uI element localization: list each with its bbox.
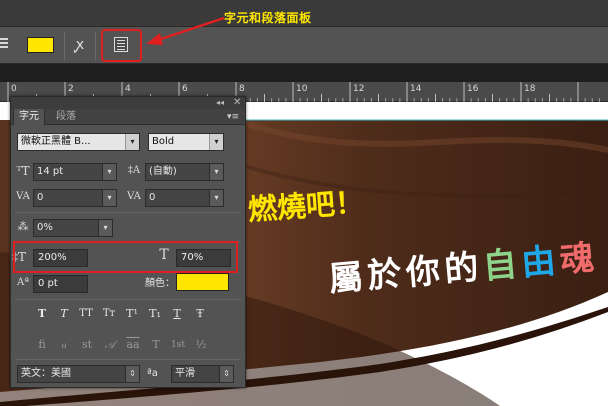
discretionary-ligatures-button[interactable]: st [77, 337, 97, 353]
tab-character[interactable]: 字元 [13, 109, 45, 125]
top-strip: 字元和段落面板 [0, 0, 608, 26]
panel-divider [15, 299, 241, 300]
canvas-char: 自 [481, 244, 518, 287]
antialias-value: 平滑 [175, 368, 195, 379]
chevron-down-icon: ▾ [209, 164, 223, 180]
leading-select[interactable]: (自動) ▾ [145, 163, 224, 181]
ruler-tick-label: 6 [182, 84, 188, 94]
tsume-select[interactable]: 0% ▾ [33, 219, 113, 237]
canvas-char: 魂 [558, 238, 595, 281]
character-panel: ◂◂ ✕ 字元 段落 ▾≡ 微軟正黑體 B... ▾ Bold ▾ ᵀT 14 … [10, 96, 246, 388]
baseline-shift-input[interactable]: 0 pt [33, 275, 88, 293]
ruler-tick-label: 14 [410, 84, 422, 94]
language-value: 英文：美國 [21, 368, 71, 379]
canvas-char: 的 [443, 248, 480, 291]
chevron-down-icon: ▾ [209, 134, 223, 150]
chevron-down-icon: ▾ [98, 220, 112, 236]
color-label: 顏色： [145, 278, 175, 289]
options-bar [0, 26, 608, 64]
tracking-icon: VA [127, 191, 141, 202]
leading-value: (自動) [149, 166, 177, 177]
align-lines-icon[interactable] [0, 38, 8, 50]
baseline-shift-icon: Aª [17, 277, 29, 288]
stylistic-alternates-button[interactable]: aa [123, 337, 143, 353]
font-style-select[interactable]: Bold ▾ [148, 133, 224, 151]
strikethrough-button[interactable]: Ŧ [191, 306, 209, 322]
chevron-updown-icon: ⇕ [219, 366, 233, 382]
antialias-icon: ªa [147, 368, 158, 379]
ruler-tick-label: 18 [524, 84, 536, 94]
standard-ligatures-button[interactable]: fi [32, 337, 52, 353]
photoshop-workspace: 字元和段落面板 ꭙ 0 2 4 6 8 10 12 14 16 18 燃燒吧！ … [0, 0, 608, 406]
tracking-value: 0 [149, 192, 156, 203]
scale-highlight-box [13, 241, 238, 273]
font-family-value: 微軟正黑體 B... [21, 136, 91, 147]
options-separator [64, 32, 65, 60]
ruler-tick-label: 4 [125, 84, 131, 94]
contextual-alternates-button[interactable]: ℴ [54, 337, 74, 353]
canvas-char: 由 [520, 241, 557, 284]
chevron-down-icon: ▾ [125, 134, 139, 150]
font-size-icon: ᵀT [16, 164, 30, 178]
chevron-down-icon: ▾ [209, 190, 223, 206]
faux-bold-button[interactable]: T [33, 306, 51, 322]
faux-italic-button[interactable]: T [55, 306, 73, 322]
chevron-updown-icon: ⇕ [125, 366, 139, 382]
font-style-value: Bold [152, 136, 175, 147]
canvas-char: 你 [403, 251, 441, 294]
underline-button[interactable]: T [168, 306, 186, 322]
subscript-button[interactable]: T₁ [146, 306, 164, 322]
titling-alternates-button[interactable]: T [146, 337, 166, 353]
character-color-swatch[interactable] [176, 273, 229, 291]
tsume-value: 0% [37, 222, 53, 233]
canvas-char: 於 [366, 254, 403, 297]
tsume-icon: ⁂ [17, 220, 29, 233]
panel-titlebar[interactable]: ◂◂ ✕ [11, 97, 245, 109]
chevron-down-icon: ▾ [102, 190, 116, 206]
tab-paragraph[interactable]: 段落 [51, 109, 81, 125]
font-family-select[interactable]: 微軟正黑體 B... ▾ [17, 133, 140, 151]
annotation-label: 字元和段落面板 [224, 11, 312, 25]
ruler-tick-label: 2 [68, 84, 74, 94]
antialias-select[interactable]: 平滑 ⇕ [171, 365, 234, 383]
tracking-select[interactable]: 0 ▾ [145, 189, 224, 207]
panel-menu-icon[interactable]: ▾≡ [227, 111, 241, 123]
leading-icon: ‡A [127, 165, 141, 176]
collapse-panel-icon[interactable]: ◂◂ [216, 98, 224, 108]
ruler-tick-label: 8 [239, 84, 245, 94]
font-size-select[interactable]: 14 pt ▾ [33, 163, 117, 181]
superscript-button[interactable]: T¹ [123, 306, 141, 322]
language-select[interactable]: 英文：美國 ⇕ [17, 365, 140, 383]
small-caps-button[interactable]: Tт [100, 306, 118, 322]
kerning-value: 0 [37, 192, 44, 203]
ruler-tick-label: 0 [11, 84, 17, 94]
options-separator [95, 32, 96, 60]
annotation-highlight-box [101, 29, 142, 62]
swash-button[interactable]: 𝒜 [100, 337, 120, 353]
close-icon[interactable]: ✕ [233, 97, 241, 108]
kerning-icon: VA [16, 191, 30, 202]
all-caps-button[interactable]: TT [77, 306, 95, 322]
kerning-select[interactable]: 0 ▾ [33, 189, 117, 207]
chevron-down-icon: ▾ [102, 164, 116, 180]
text-color-swatch[interactable] [27, 37, 54, 53]
ruler-tick-label: 16 [467, 84, 479, 94]
ruler-tick-label: 10 [296, 84, 308, 94]
warp-text-icon[interactable]: ꭙ [72, 34, 88, 54]
panel-divider [15, 212, 241, 213]
canvas-char: 屬 [327, 257, 364, 300]
panel-tabbar: 字元 段落 ▾≡ [11, 109, 245, 125]
ruler-tick-label: 12 [353, 84, 364, 94]
fractions-button[interactable]: ½ [191, 337, 211, 353]
ordinals-button[interactable]: 1st [168, 337, 188, 353]
panel-divider [15, 359, 241, 360]
font-size-value: 14 pt [37, 166, 64, 177]
